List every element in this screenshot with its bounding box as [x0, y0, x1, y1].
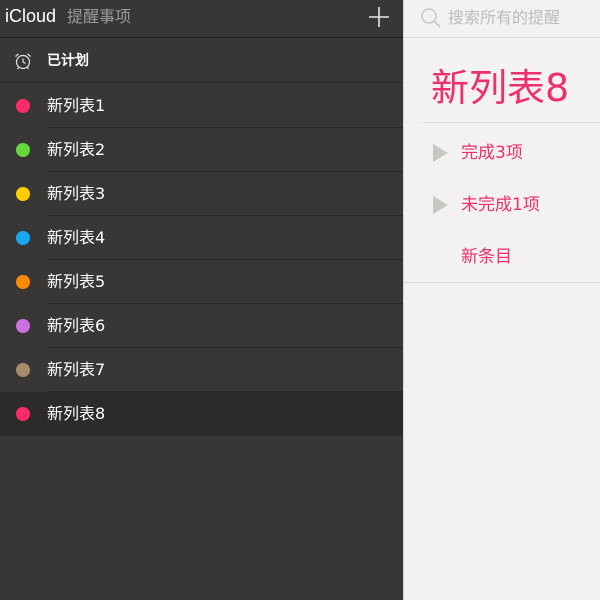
sidebar: iCloud 提醒事项 已计划 新列表1 新列表2 新列表3 新列表4 新列表5 新列表6… [0, 0, 403, 600]
divider [422, 122, 600, 123]
add-list-button[interactable] [368, 6, 390, 28]
plus-icon [369, 7, 389, 27]
group-label: 未完成1项 [461, 195, 540, 215]
sidebar-item-label: 新列表2 [47, 140, 106, 159]
list-color-dot [16, 407, 30, 421]
new-item-button[interactable]: 新条目 [461, 245, 512, 269]
sidebar-list-item[interactable]: 新列表2 [0, 128, 403, 172]
sidebar-list-item[interactable]: 新列表6 [0, 304, 403, 348]
sidebar-item-label: 新列表8 [47, 404, 106, 423]
sidebar-header: iCloud 提醒事项 [0, 0, 403, 38]
brand-title: iCloud [5, 6, 57, 26]
sidebar-list-item[interactable]: 新列表7 [0, 348, 403, 392]
search-input[interactable] [448, 5, 598, 29]
app-name: 提醒事项 [67, 7, 132, 26]
sidebar-item-label: 新列表1 [47, 96, 106, 115]
alarm-clock-icon [15, 53, 31, 70]
sidebar-item-label: 新列表4 [47, 228, 106, 247]
list-color-dot [16, 231, 30, 245]
search-bar [404, 0, 600, 38]
list-color-dot [16, 275, 30, 289]
reminders-app: iCloud 提醒事项 已计划 新列表1 新列表2 新列表3 新列表4 新列表5 新列表6… [0, 0, 600, 600]
sidebar-list-item[interactable]: 新列表3 [0, 172, 403, 216]
list-color-dot [16, 319, 30, 333]
list-color-dot [16, 99, 30, 113]
disclosure-triangle-icon [433, 144, 448, 162]
list-detail-pane: 新列表8 完成3项 未完成1项 新条目 [403, 0, 600, 600]
sidebar-list-item[interactable]: 新列表4 [0, 216, 403, 260]
group-label: 完成3项 [461, 143, 523, 163]
sidebar-item-label: 新列表6 [47, 316, 106, 335]
divider [404, 282, 600, 283]
list-color-dot [16, 363, 30, 377]
sidebar-item-label: 新列表3 [47, 184, 106, 203]
sidebar-list-item[interactable]: 新列表8 [0, 392, 403, 436]
list-color-dot [16, 187, 30, 201]
sidebar-list-item[interactable]: 新列表5 [0, 260, 403, 304]
completed-group[interactable]: 完成3项 [404, 135, 600, 171]
incomplete-group[interactable]: 未完成1项 [404, 187, 600, 223]
sidebar-item-scheduled[interactable]: 已计划 [0, 39, 403, 83]
sidebar-item-label: 新列表7 [47, 360, 106, 379]
disclosure-triangle-icon [433, 196, 448, 214]
sidebar-item-label: 已计划 [47, 53, 89, 69]
sidebar-list-item[interactable]: 新列表1 [0, 84, 403, 128]
sidebar-item-label: 新列表5 [47, 272, 106, 291]
list-color-dot [16, 143, 30, 157]
search-icon [421, 8, 441, 28]
list-title: 新列表8 [431, 66, 570, 110]
